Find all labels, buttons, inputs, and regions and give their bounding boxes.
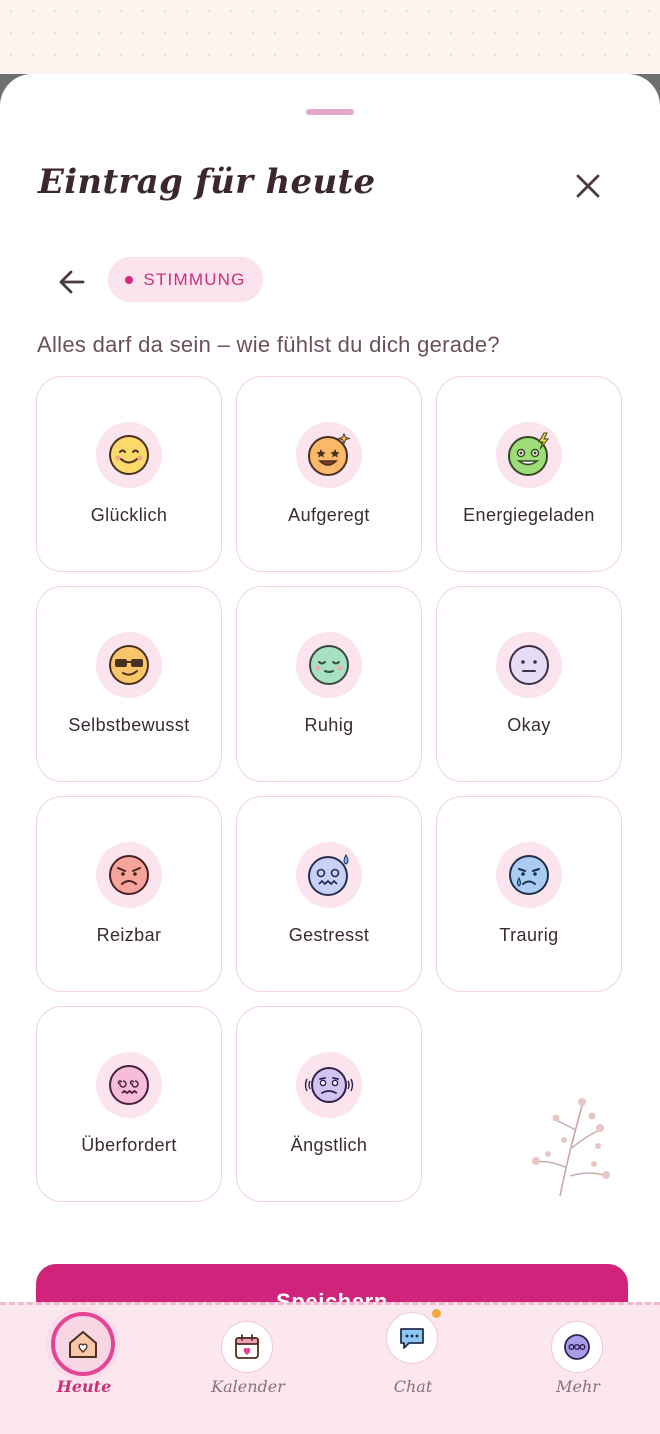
close-button[interactable]: [568, 166, 608, 206]
app-background-header: [0, 0, 660, 80]
mood-card-aengstlich[interactable]: Ängstlich: [236, 1006, 422, 1202]
mood-label: Selbstbewusst: [68, 715, 190, 735]
sheet-drag-handle[interactable]: [306, 109, 354, 115]
nav-item-heute[interactable]: Heute: [29, 1305, 139, 1415]
mood-emoji-wrapper: [296, 422, 362, 488]
back-button[interactable]: [52, 262, 92, 302]
decorative-sprig-icon: [532, 1098, 610, 1196]
mood-prompt: Alles darf da sein – wie fühlst du dich …: [37, 332, 500, 357]
mood-label: Traurig: [499, 925, 559, 945]
mood-card-gluecklich[interactable]: Glücklich: [36, 376, 222, 572]
mood-emoji-wrapper: [296, 632, 362, 698]
energized-face-icon: [508, 432, 550, 476]
home-heart-icon: [69, 1331, 97, 1358]
save-button[interactable]: Speichern: [36, 1264, 628, 1302]
nav-label: Kalender: [211, 1377, 285, 1396]
nav-icon-circle: [221, 1321, 273, 1373]
angry-face-icon: [109, 855, 149, 895]
bottom-nav: Heute Kalender Chat Mehr: [0, 1302, 660, 1434]
entry-bottom-sheet: Eintrag für heute STIMMUNG Alles darf da…: [0, 74, 660, 1302]
mood-card-traurig[interactable]: Traurig: [436, 796, 622, 992]
nav-icon-circle: [551, 1321, 603, 1373]
mood-label: Überfordert: [81, 1135, 177, 1155]
sheet-title: Eintrag für heute: [38, 162, 376, 202]
nav-item-kalender[interactable]: Kalender: [193, 1305, 303, 1415]
mood-emoji-wrapper: [496, 632, 562, 698]
calm-face-icon: [309, 645, 349, 685]
mood-label: Ruhig: [304, 715, 354, 735]
mood-emoji-wrapper: [296, 1052, 362, 1118]
mood-emoji-wrapper: [496, 842, 562, 908]
mood-emoji-wrapper: [96, 422, 162, 488]
mood-label: Ängstlich: [290, 1135, 368, 1155]
mood-card-okay[interactable]: Okay: [436, 586, 622, 782]
sunglasses-face-icon: [109, 645, 149, 685]
chip-dot: [125, 275, 134, 284]
nav-label: Heute: [56, 1377, 112, 1396]
mood-emoji-wrapper: [496, 422, 562, 488]
overwhelmed-face-icon: [109, 1065, 149, 1105]
neutral-face-icon: [509, 645, 549, 685]
mood-grid: Glücklich Aufgeregt Energiegeladen Selbs…: [36, 376, 626, 1206]
nav-item-chat[interactable]: Chat: [358, 1305, 468, 1415]
sad-face-icon: [509, 855, 549, 895]
nav-item-mehr[interactable]: Mehr: [523, 1305, 633, 1415]
mood-card-ueberfordert[interactable]: Überfordert: [36, 1006, 222, 1202]
stressed-face-icon: [308, 853, 349, 896]
nav-label: Mehr: [556, 1377, 600, 1396]
mood-emoji-wrapper: [296, 842, 362, 908]
happy-face-icon: [109, 435, 149, 475]
excited-face-icon: [308, 432, 351, 476]
mood-label: Reizbar: [96, 925, 162, 945]
anxious-face-icon: [304, 1067, 354, 1103]
close-icon: [576, 174, 600, 198]
mood-card-selbstbewusst[interactable]: Selbstbewusst: [36, 586, 222, 782]
mood-emoji-wrapper: [96, 1052, 162, 1118]
more-dots-icon: [564, 1334, 590, 1360]
nav-icon-circle: [51, 1312, 115, 1376]
chat-notification-badge: [432, 1309, 441, 1318]
mood-label: Okay: [507, 715, 551, 735]
arrow-left-icon: [59, 270, 85, 294]
mood-card-aufgeregt[interactable]: Aufgeregt: [236, 376, 422, 572]
mood-card-gestresst[interactable]: Gestresst: [236, 796, 422, 992]
nav-label: Chat: [393, 1377, 433, 1396]
mood-card-reizbar[interactable]: Reizbar: [36, 796, 222, 992]
mood-label: Energiegeladen: [463, 505, 595, 525]
mood-card-energiegeladen[interactable]: Energiegeladen: [436, 376, 622, 572]
chat-bubble-icon: [400, 1328, 424, 1349]
mood-label: Aufgeregt: [288, 505, 370, 525]
mood-label: Gestresst: [288, 925, 370, 945]
nav-icon-circle: [386, 1312, 438, 1364]
calendar-heart-icon: [235, 1334, 259, 1359]
mood-label: Glücklich: [90, 505, 168, 525]
chip-label: STIMMUNG: [143, 269, 246, 289]
mood-emoji-wrapper: [96, 632, 162, 698]
mood-emoji-wrapper: [96, 842, 162, 908]
step-chip: STIMMUNG: [108, 257, 263, 302]
mood-card-ruhig[interactable]: Ruhig: [236, 586, 422, 782]
